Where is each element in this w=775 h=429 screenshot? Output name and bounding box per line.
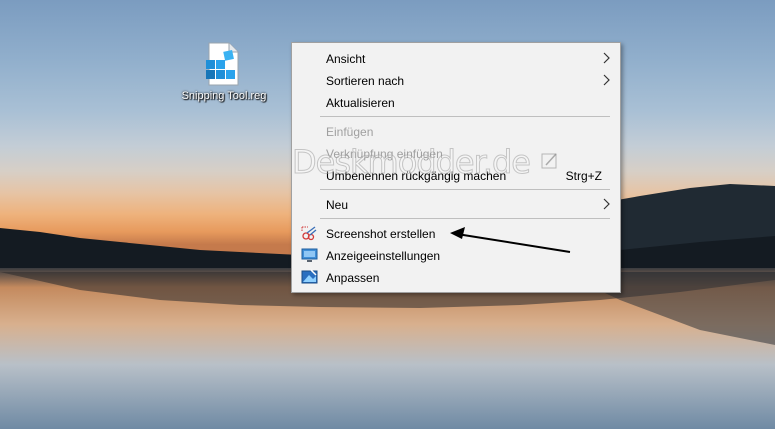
menu-separator bbox=[320, 189, 610, 190]
display-icon bbox=[301, 248, 318, 262]
chevron-right-icon bbox=[603, 198, 610, 210]
menu-item-sortieren-nach[interactable]: Sortieren nach bbox=[292, 69, 620, 91]
menu-separator bbox=[320, 116, 610, 117]
chevron-right-icon bbox=[603, 52, 610, 64]
snip-scissors-icon bbox=[301, 226, 317, 241]
pencil-icon bbox=[541, 153, 557, 169]
watermark: Deskmodder.de bbox=[292, 143, 557, 183]
menu-separator bbox=[320, 218, 610, 219]
menu-item-aktualisieren[interactable]: Aktualisieren bbox=[292, 91, 620, 113]
menu-item-label: Aktualisieren bbox=[326, 96, 395, 110]
annotation-arrow bbox=[450, 227, 571, 253]
menu-item-label: Sortieren nach bbox=[326, 74, 405, 88]
watermark-text: Deskmodder.de bbox=[292, 143, 532, 182]
desktop-icon-snipping-tool-reg[interactable]: Snipping Tool.reg bbox=[172, 40, 276, 112]
menu-item-label: Einfügen bbox=[326, 125, 374, 139]
menu-item-label: Anzeigeeinstellungen bbox=[326, 249, 441, 263]
chevron-right-icon bbox=[603, 74, 610, 86]
registry-file-icon bbox=[206, 42, 239, 86]
desktop-icon-label: Snipping Tool.reg bbox=[181, 90, 267, 102]
menu-item-label: Neu bbox=[326, 198, 349, 212]
menu-item-label: Screenshot erstellen bbox=[326, 227, 436, 241]
menu-item-anpassen[interactable]: Anpassen bbox=[292, 266, 620, 288]
menu-item-shortcut: Strg+Z bbox=[565, 169, 602, 183]
menu-item-label: Anpassen bbox=[326, 271, 380, 285]
menu-item-einfuegen[interactable]: Einfügen bbox=[292, 120, 620, 142]
menu-item-ansicht[interactable]: Ansicht bbox=[292, 47, 620, 69]
menu-item-neu[interactable]: Neu bbox=[292, 193, 620, 215]
menu-item-label: Ansicht bbox=[326, 52, 366, 66]
personalize-icon bbox=[301, 269, 318, 284]
